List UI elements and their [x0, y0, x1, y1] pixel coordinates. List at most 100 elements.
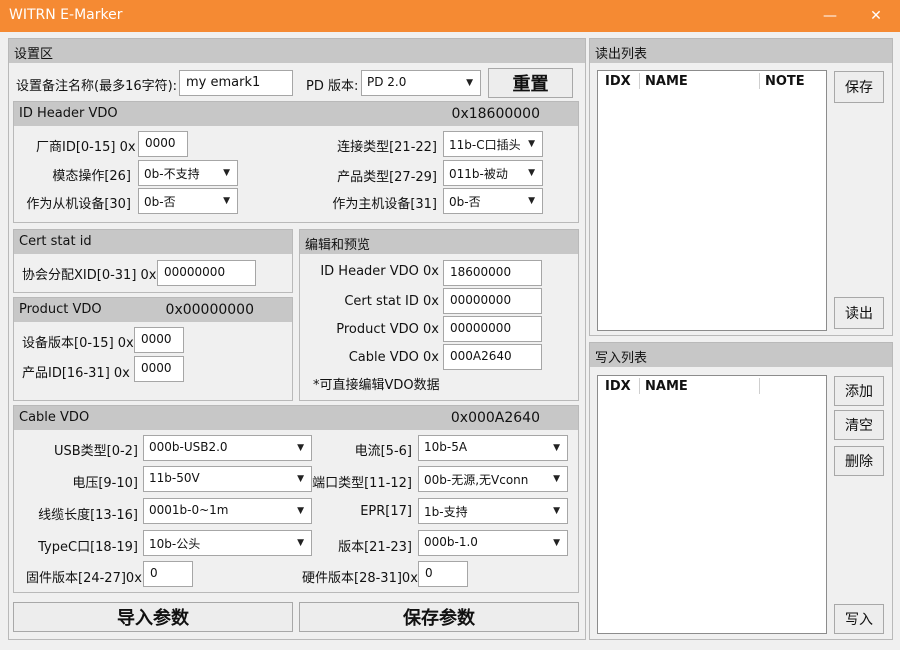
edit-cert-input[interactable]: 00000000 — [443, 288, 542, 314]
id-header-title: ID Header VDO — [19, 106, 118, 121]
dfp-label: 作为主机设备[31] — [332, 197, 437, 212]
edit-cable-input[interactable]: 000A2640 — [443, 344, 542, 370]
vendor-id-label: 厂商ID[0-15] 0x — [36, 140, 136, 155]
port-type-label: 端口类型[11-12] — [312, 476, 412, 491]
usb-type-select[interactable]: 000b-USB2.0 ▼ — [143, 435, 312, 461]
product-type-value: 011b-被动 — [449, 167, 508, 181]
pd-version-select[interactable]: PD 2.0 ▼ — [361, 70, 481, 96]
epr-select[interactable]: 1b-支持 ▼ — [418, 498, 568, 524]
column-divider — [759, 73, 760, 89]
xid-label: 协会分配XID[0-31] 0x — [22, 268, 157, 283]
product-id-input[interactable]: 0000 — [134, 356, 184, 382]
write-col-idx: IDX — [605, 379, 631, 394]
fw-version-input[interactable]: 0 — [143, 561, 193, 587]
edit-cable-label: Cable VDO 0x — [348, 350, 439, 365]
connector-type-label: 连接类型[21-22] — [337, 140, 437, 155]
modal-op-select[interactable]: 0b-不支持 ▼ — [138, 160, 238, 186]
window-title: WITRN E-Marker — [9, 7, 123, 23]
settings-title: 设置区 — [14, 47, 54, 62]
cable-header: Cable VDO 0x000A2640 — [14, 406, 578, 430]
dfp-select[interactable]: 0b-否 ▼ — [443, 188, 543, 214]
voltage-value: 11b-50V — [149, 471, 200, 485]
chevron-down-icon: ▼ — [528, 168, 535, 178]
vendor-id-input[interactable]: 0000 — [138, 131, 188, 157]
write-list-title: 写入列表 — [595, 351, 648, 366]
bcd-device-input[interactable]: 0000 — [134, 327, 184, 353]
edit-id-header-label: ID Header VDO 0x — [320, 264, 439, 279]
voltage-select[interactable]: 11b-50V ▼ — [143, 466, 312, 492]
hw-version-label: 硬件版本[28-31]0x — [302, 571, 418, 586]
edit-note: *可直接编辑VDO数据 — [313, 378, 440, 393]
cable-length-label: 线缆长度[13-16] — [38, 508, 138, 523]
add-button[interactable]: 添加 — [834, 376, 884, 406]
voltage-label: 电压[9-10] — [72, 476, 138, 491]
fw-version-label: 固件版本[24-27]0x — [26, 571, 142, 586]
chevron-down-icon: ▼ — [466, 78, 473, 88]
minimize-button[interactable]: — — [808, 0, 852, 32]
read-list-header: 读出列表 — [590, 39, 892, 63]
hw-version-input[interactable]: 0 — [418, 561, 468, 587]
modal-op-value: 0b-不支持 — [144, 167, 200, 181]
epr-value: 1b-支持 — [424, 505, 468, 519]
save-params-button[interactable]: 保存参数 — [299, 602, 579, 632]
chevron-down-icon: ▼ — [528, 196, 535, 206]
read-col-note: NOTE — [765, 74, 805, 89]
id-header-value: 0x18600000 — [451, 106, 540, 122]
write-list-box[interactable]: IDX NAME — [597, 375, 827, 634]
cable-length-value: 0001b-0~1m — [149, 503, 229, 517]
column-divider — [639, 378, 640, 394]
reset-button[interactable]: 重置 — [488, 68, 573, 98]
usb-type-value: 000b-USB2.0 — [149, 440, 228, 454]
product-title: Product VDO — [19, 302, 102, 317]
import-params-button[interactable]: 导入参数 — [13, 602, 293, 632]
product-header: Product VDO 0x00000000 — [14, 298, 292, 322]
product-type-label: 产品类型[27-29] — [337, 170, 437, 185]
ufp-select[interactable]: 0b-否 ▼ — [138, 188, 238, 214]
typec-select[interactable]: 10b-公头 ▼ — [143, 530, 312, 556]
close-button[interactable]: ✕ — [854, 0, 898, 32]
clear-button[interactable]: 清空 — [834, 410, 884, 440]
pd-version-value: PD 2.0 — [367, 75, 407, 89]
usb-type-label: USB类型[0-2] — [53, 444, 138, 459]
edit-title: 编辑和预览 — [305, 238, 371, 253]
edit-product-input[interactable]: 00000000 — [443, 316, 542, 342]
port-type-select[interactable]: 00b-无源,无Vconn ▼ — [418, 466, 568, 492]
cable-length-select[interactable]: 0001b-0~1m ▼ — [143, 498, 312, 524]
note-input[interactable]: my emark1 — [179, 70, 293, 96]
bcd-device-label: 设备版本[0-15] 0x — [22, 336, 134, 351]
column-divider — [759, 378, 760, 394]
typec-value: 10b-公头 — [149, 537, 201, 551]
chevron-down-icon: ▼ — [223, 168, 230, 178]
chevron-down-icon: ▼ — [223, 196, 230, 206]
write-list-header: 写入列表 — [590, 343, 892, 367]
current-select[interactable]: 10b-5A ▼ — [418, 435, 568, 461]
chevron-down-icon: ▼ — [553, 538, 560, 548]
read-col-name: NAME — [645, 74, 688, 89]
id-header-header: ID Header VDO 0x18600000 — [14, 102, 578, 126]
version-select[interactable]: 000b-1.0 ▼ — [418, 530, 568, 556]
edit-cert-label: Cert stat ID 0x — [344, 294, 439, 309]
ufp-value: 0b-否 — [144, 195, 176, 209]
product-type-select[interactable]: 011b-被动 ▼ — [443, 160, 543, 186]
version-value: 000b-1.0 — [424, 535, 478, 549]
chevron-down-icon: ▼ — [553, 474, 560, 484]
port-type-value: 00b-无源,无Vconn — [424, 473, 529, 487]
xid-input[interactable]: 00000000 — [157, 260, 256, 286]
version-label: 版本[21-23] — [338, 540, 412, 555]
current-label: 电流[5-6] — [354, 444, 412, 459]
cable-value: 0x000A2640 — [450, 410, 540, 426]
connector-type-select[interactable]: 11b-C口插头 ▼ — [443, 131, 543, 157]
read-button[interactable]: 读出 — [834, 297, 884, 329]
cert-header: Cert stat id — [14, 230, 292, 254]
settings-header: 设置区 — [9, 39, 585, 63]
read-col-idx: IDX — [605, 74, 631, 89]
write-button[interactable]: 写入 — [834, 604, 884, 634]
edit-header: 编辑和预览 — [300, 230, 578, 254]
title-bar: WITRN E-Marker — ✕ — [0, 0, 900, 32]
edit-id-header-input[interactable]: 18600000 — [443, 260, 542, 286]
product-value: 0x00000000 — [165, 302, 254, 318]
read-list-box[interactable]: IDX NAME NOTE — [597, 70, 827, 331]
delete-button[interactable]: 删除 — [834, 446, 884, 476]
save-list-button[interactable]: 保存 — [834, 71, 884, 103]
note-label: 设置备注名称(最多16字符): — [16, 79, 178, 94]
